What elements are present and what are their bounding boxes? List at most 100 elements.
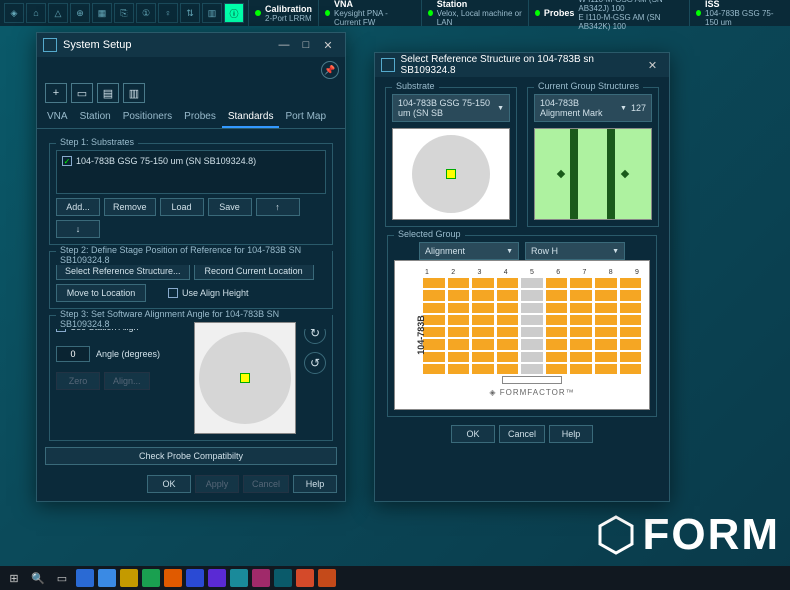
chevron-down-icon: ▼ [497,105,504,112]
toolbar-icons: ◈ ⌂ △ ⊕ ▦ ⎘ ① ♀ ⇅ ▥ ⓘ [0,3,248,23]
status-value2: E I110-M-GSG AM (SN AB342K) 100 [578,13,683,31]
substrates-list[interactable]: ✓ 104-783B GSG 75-150 um (SN SB109324.8) [56,150,326,194]
taskbar-app-5[interactable] [164,569,182,587]
brand-text: FORM [642,510,780,560]
align-button[interactable]: Align... [104,372,150,390]
help-button[interactable]: Help [293,475,337,493]
tool-icon-10[interactable]: ▥ [202,3,222,23]
tab-vna[interactable]: VNA [41,107,74,128]
check-compat-button[interactable]: Check Probe Compatibilty [45,447,337,465]
tool-icon-3[interactable]: △ [48,3,68,23]
group-label: Step 1: Substrates [56,137,138,147]
cancel-button[interactable]: Cancel [499,425,545,443]
top-ribbon: ◈ ⌂ △ ⊕ ▦ ⎘ ① ♀ ⇅ ▥ ⓘ Calibration 2-Port… [0,0,790,26]
dropdown-value: Row H [531,246,558,256]
maximize-button[interactable]: □ [295,36,317,54]
group-structure-dropdown[interactable]: 104-783B Alignment Mark ▼ 127 [534,94,652,122]
taskbar-app-11[interactable] [296,569,314,587]
status-value: W I110-M-GSG AM (SN AB342J) 100 [578,0,683,13]
remove-button[interactable]: Remove [104,198,156,216]
cancel-button[interactable]: Cancel [243,475,289,493]
tool-icon-2[interactable]: ⌂ [26,3,46,23]
status-dot-icon [535,10,540,16]
save-button[interactable]: Save [208,198,252,216]
new-icon[interactable]: + [45,83,67,103]
group-structures-group: Current Group Structures 104-783B Alignm… [527,87,659,227]
status-station: Station Velox, Local machine or LAN [421,0,528,26]
ok-button[interactable]: OK [451,425,495,443]
taskview-button[interactable]: ▭ [52,569,72,587]
status-value: 104-783B GSG 75-150 um [705,9,784,27]
alignment-dropdown[interactable]: Alignment ▼ [419,242,519,260]
move-up-button[interactable]: ↑ [256,198,300,216]
status-value: Keysight PNA - Current FW [334,9,415,27]
checkbox-icon[interactable]: ✓ [62,156,72,166]
ok-button[interactable]: OK [147,475,191,493]
close-button[interactable]: ✕ [317,36,339,54]
taskbar-app-9[interactable] [252,569,270,587]
reference-structure-window: Select Reference Structure on 104-783B s… [374,52,670,502]
status-iss: ISS 104-783B GSG 75-150 um [689,0,790,26]
titlebar[interactable]: System Setup — □ ✕ [37,33,345,57]
saveas-icon[interactable]: ▥ [123,83,145,103]
taskbar-app-8[interactable] [230,569,248,587]
group-label: Current Group Structures [534,81,643,91]
map-footer-rect [502,376,562,384]
status-probes: Probes W I110-M-GSG AM (SN AB342J) 100 E… [528,0,689,26]
tool-icon-8[interactable]: ♀ [158,3,178,23]
tab-standards[interactable]: Standards [222,107,280,128]
taskbar-app-4[interactable] [142,569,160,587]
search-button[interactable]: 🔍 [28,569,48,587]
tool-icon-6[interactable]: ⎘ [114,3,134,23]
apply-button[interactable]: Apply [195,475,239,493]
taskbar-app-6[interactable] [186,569,204,587]
zero-button[interactable]: Zero [56,372,100,390]
substrate-map[interactable]: 104-783B 123456789 ◈ FORMFACTOR™ [394,260,650,410]
taskbar-app-2[interactable] [98,569,116,587]
tab-probes[interactable]: Probes [178,107,222,128]
wafer-preview [194,322,296,434]
map-grid [423,278,641,374]
row-dropdown[interactable]: Row H ▼ [525,242,625,260]
move-location-button[interactable]: Move to Location [56,284,146,302]
start-button[interactable]: ⊞ [4,569,24,587]
taskbar-app-7[interactable] [208,569,226,587]
alignment-mark-icon [446,169,456,179]
load-button[interactable]: Load [160,198,204,216]
close-button[interactable]: ✕ [642,56,663,74]
save-icon[interactable]: ▤ [97,83,119,103]
tool-icon-1[interactable]: ◈ [4,3,24,23]
tool-icon-4[interactable]: ⊕ [70,3,90,23]
tool-icon-7[interactable]: ① [136,3,156,23]
help-button[interactable]: Help [549,425,593,443]
file-buttons: + ▭ ▤ ▥ [37,79,345,107]
minimize-button[interactable]: — [273,36,295,54]
taskbar-app-12[interactable] [318,569,336,587]
move-down-button[interactable]: ↓ [56,220,100,238]
app-icon [43,38,57,52]
taskbar-app-3[interactable] [120,569,138,587]
tab-station[interactable]: Station [74,107,117,128]
group-label: Step 2: Define Stage Position of Referen… [56,245,332,265]
rotate-ccw-button[interactable]: ↺ [304,352,326,374]
angle-input[interactable] [56,346,90,362]
tab-positioners[interactable]: Positioners [117,107,178,128]
list-item[interactable]: ✓ 104-783B GSG 75-150 um (SN SB109324.8) [60,154,322,168]
status-label: ISS [705,0,784,9]
substrate-dropdown[interactable]: 104-783B GSG 75-150 um (SN SB ▼ [392,94,510,122]
tab-portmap[interactable]: Port Map [279,107,332,128]
use-align-height-checkbox[interactable] [168,288,178,298]
tool-icon-11[interactable]: ⓘ [224,3,244,23]
taskbar-app-10[interactable] [274,569,292,587]
titlebar[interactable]: Select Reference Structure on 104-783B s… [375,53,669,77]
tool-icon-9[interactable]: ⇅ [180,3,200,23]
taskbar-app-1[interactable] [76,569,94,587]
tool-icon-5[interactable]: ▦ [92,3,112,23]
angle-label: Angle (degrees) [96,349,160,359]
open-icon[interactable]: ▭ [71,83,93,103]
pin-button[interactable]: 📌 [321,61,339,79]
column-numbers: 123456789 [423,269,641,278]
status-value: Velox, Local machine or LAN [437,9,522,27]
add-button[interactable]: Add... [56,198,100,216]
status-label: Station [437,0,522,9]
